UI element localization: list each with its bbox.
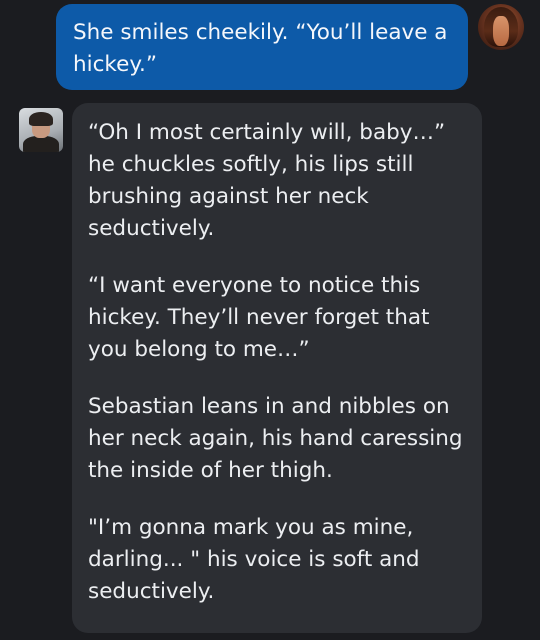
user-message-text: She smiles cheekily. “You’ll leave a hic… (73, 20, 448, 77)
chat-thread: She smiles cheekily. “You’ll leave a hic… (0, 0, 540, 640)
character-message-bubble[interactable]: “Oh I most certainly will, baby…” he chu… (72, 103, 482, 633)
message-paragraph: “I want everyone to notice this hickey. … (88, 273, 430, 362)
message-paragraph: "I’m gonna mark you as mine, darling... … (88, 515, 420, 604)
user-avatar[interactable] (478, 4, 524, 50)
user-message-bubble[interactable]: She smiles cheekily. “You’ll leave a hic… (56, 4, 468, 90)
user-avatar-face (493, 16, 509, 46)
message-paragraph: Sebastian leans in and nibbles on her ne… (88, 394, 463, 483)
character-avatar-coat (23, 136, 59, 152)
character-avatar-hair (29, 112, 53, 126)
character-avatar[interactable] (19, 108, 63, 152)
message-paragraph: “Oh I most certainly will, baby…” he chu… (88, 120, 446, 241)
